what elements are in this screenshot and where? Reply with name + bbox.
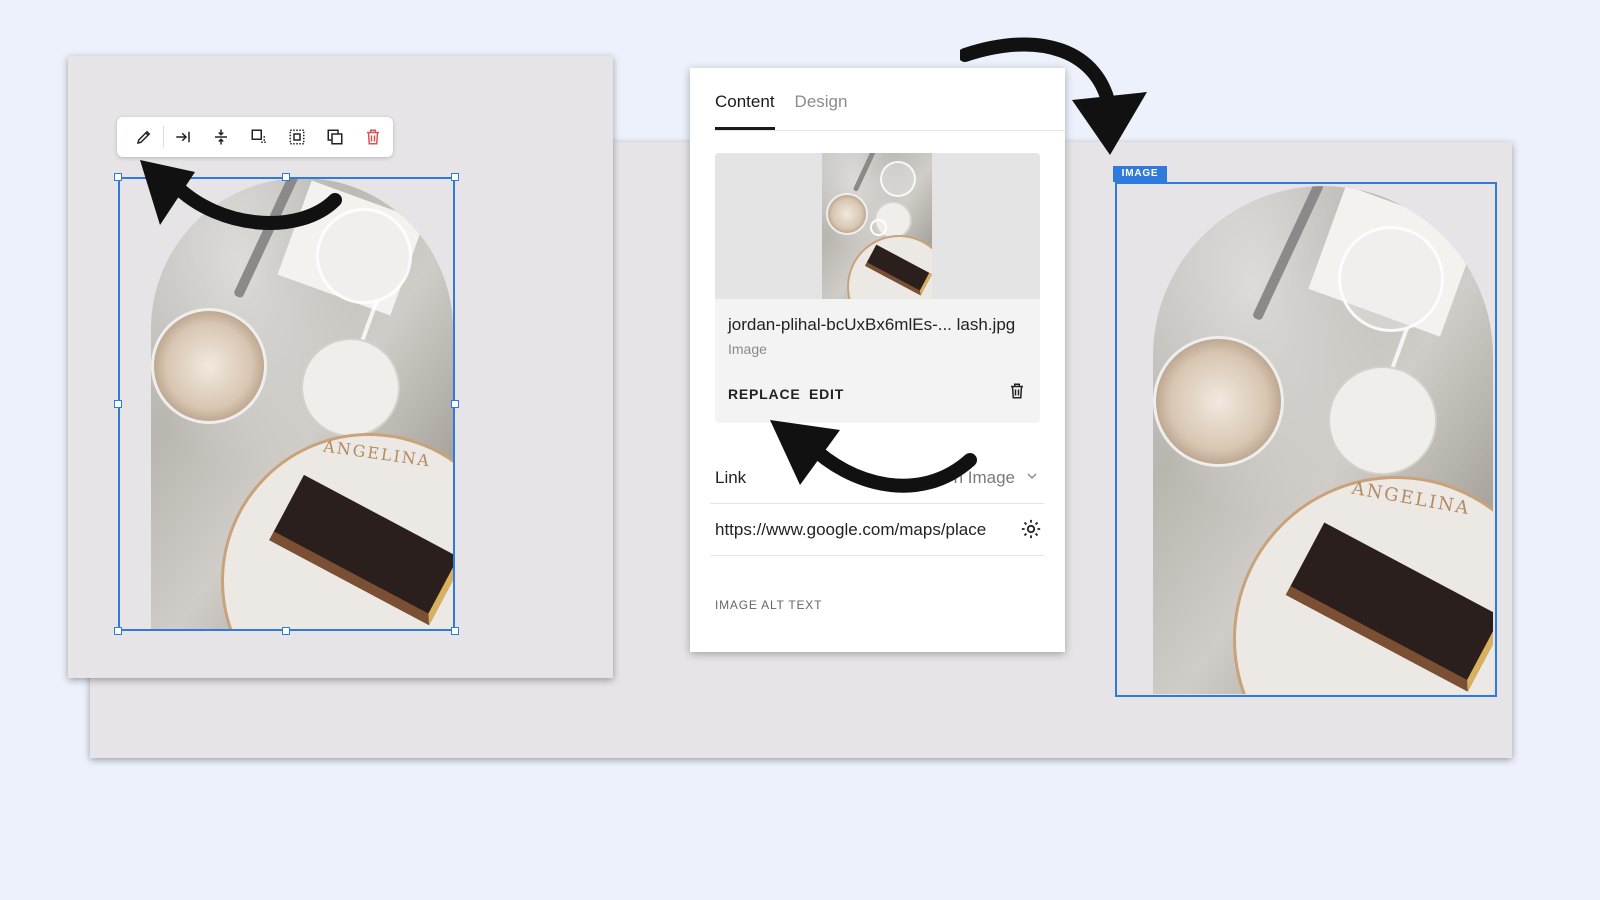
resize-handle[interactable] (282, 627, 290, 635)
dashed-select-icon[interactable] (278, 121, 316, 153)
annotation-arrow-replace (770, 420, 977, 493)
knife (852, 153, 877, 192)
image-alt-text-label: IMAGE ALT TEXT (715, 598, 823, 612)
resize-handle[interactable] (451, 400, 459, 408)
file-name: jordan-plihal-bcUxBx6mlEs-... lash.jpg (728, 315, 1016, 334)
trash-icon[interactable] (1008, 381, 1026, 406)
image-block-selection[interactable] (1115, 182, 1497, 697)
replace-button[interactable]: REPLACE (728, 386, 801, 402)
focal-point-marker[interactable] (870, 219, 887, 236)
divider (710, 555, 1045, 556)
arrow-right-to-bar-icon[interactable] (164, 121, 202, 153)
image-badge: IMAGE (1113, 166, 1167, 182)
resize-handle[interactable] (114, 627, 122, 635)
wine-glass (880, 161, 916, 197)
panel-tabs: Content Design (715, 92, 847, 130)
annotation-arrow-toolbar (140, 160, 342, 230)
coffee-cup (826, 193, 868, 235)
edit-button[interactable]: EDIT (809, 386, 844, 402)
resize-handle[interactable] (451, 627, 459, 635)
image-thumbnail[interactable] (822, 153, 932, 299)
resize-handle[interactable] (114, 400, 122, 408)
resize-handle[interactable] (451, 173, 459, 181)
crop-icon[interactable] (240, 121, 278, 153)
gear-icon[interactable] (1020, 518, 1042, 545)
pencil-icon[interactable] (125, 121, 163, 153)
link-url-field[interactable]: https://www.google.com/maps/place (715, 520, 986, 540)
align-vertical-center-icon[interactable] (202, 121, 240, 153)
link-label: Link (715, 468, 747, 487)
file-type: Image (728, 341, 767, 357)
duplicate-icon[interactable] (316, 121, 354, 153)
tab-content[interactable]: Content (715, 92, 775, 130)
annotation-arrow-image-block (960, 37, 1147, 155)
resize-handle[interactable] (114, 173, 122, 181)
image-asset-card: jordan-plihal-bcUxBx6mlEs-... lash.jpg I… (715, 153, 1040, 423)
tab-design[interactable]: Design (795, 92, 848, 130)
chevron-down-icon[interactable] (1024, 468, 1040, 489)
trash-icon[interactable] (354, 121, 392, 153)
